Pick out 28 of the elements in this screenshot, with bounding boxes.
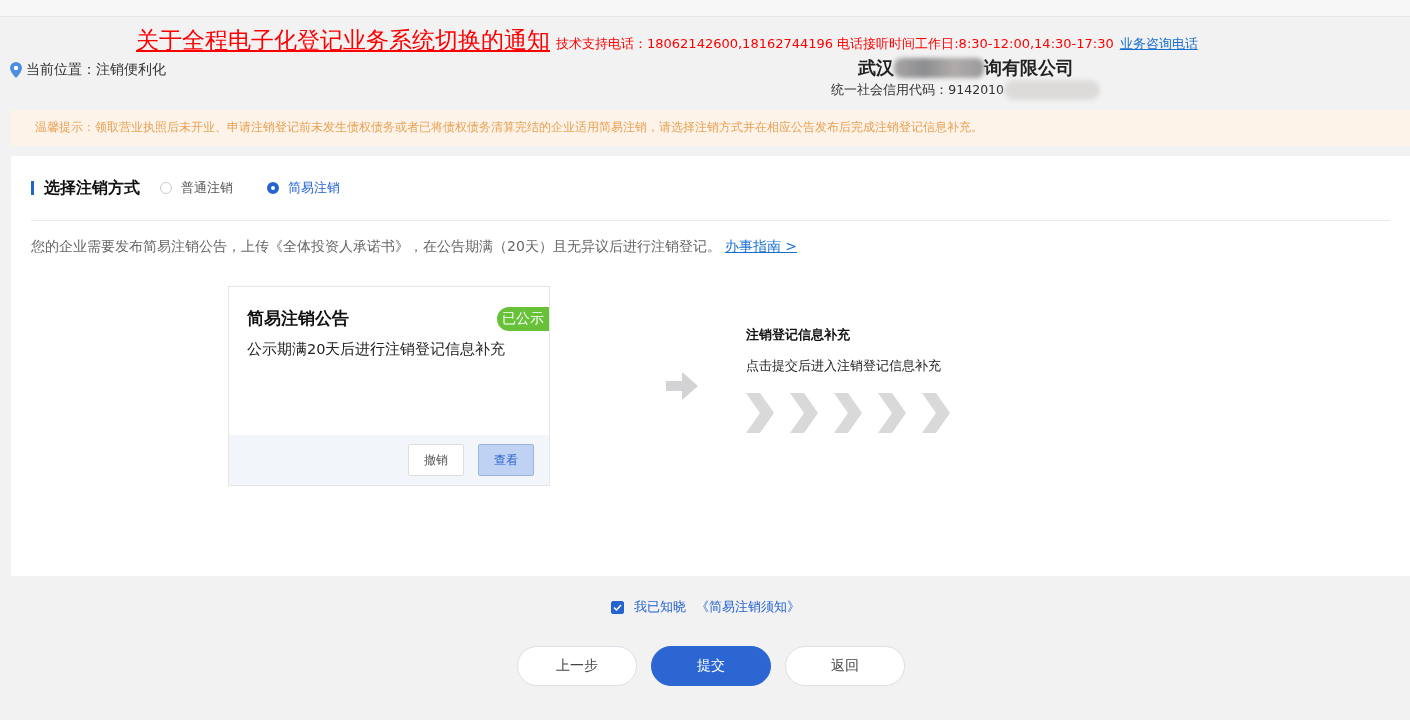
location-pin-icon — [10, 62, 22, 78]
guide-link[interactable]: 办事指南 > — [724, 238, 797, 254]
card-button[interactable]: 查看 — [478, 444, 534, 476]
status-badge: 已公示 — [497, 307, 549, 331]
step-title: 注销登记信息补充 — [746, 325, 851, 344]
arrow-icon — [666, 372, 698, 400]
card-button[interactable]: 撤销 — [408, 444, 464, 476]
company-name: 询有限公司 — [983, 56, 1074, 80]
notice-link[interactable]: 关于全程电子化登记业务系统切换的通知 — [136, 25, 550, 56]
company-name: 武汉 — [857, 56, 894, 80]
radio-option[interactable]: 普通注销 — [160, 179, 233, 197]
card-text: 公示期满20天后进行注销登记信息补充 — [247, 340, 507, 359]
section-title: 选择注销方式 — [31, 181, 140, 195]
radio-option[interactable]: 简易注销 — [267, 179, 340, 197]
credit-code: 统一社会信用代码：9142010 — [831, 81, 1004, 99]
checkbox-label: 我已知晓 — [633, 598, 686, 616]
breadcrumb: 当前位置：注销便利化 — [26, 61, 166, 79]
action-button[interactable]: 返回 — [785, 646, 905, 686]
action-button[interactable]: 提交 — [651, 646, 771, 686]
action-button[interactable]: 上一步 — [517, 646, 637, 686]
notice-doc-link[interactable]: 《简易注销须知》 — [695, 598, 800, 616]
description: 您的企业需要发布简易注销公告，上传《全体投资人承诺书》，在公告期满（20天）且无异议后进行注销登记。 办事指南 > — [31, 237, 798, 256]
checkbox[interactable] — [610, 600, 624, 614]
card-title: 简易注销公告 — [247, 307, 349, 330]
step-text: 点击提交后进入注销登记信息补充 — [746, 356, 942, 375]
support-text: 技术支持电话：18062142600,18162744196 电话接听时间工作日:8:30-12:00,14:30-17:30 — [556, 35, 1114, 53]
consult-link[interactable]: 业务咨询电话 — [1119, 35, 1198, 53]
tip-banner: 温馨提示：领取营业执照后未开业、申请注销登记前未发生债权债务或者已将债权债务清算完结的企业适用简易注销，请选择注销方式并在相应公告发布后完成注销登记信息补充。 — [11, 110, 1410, 146]
